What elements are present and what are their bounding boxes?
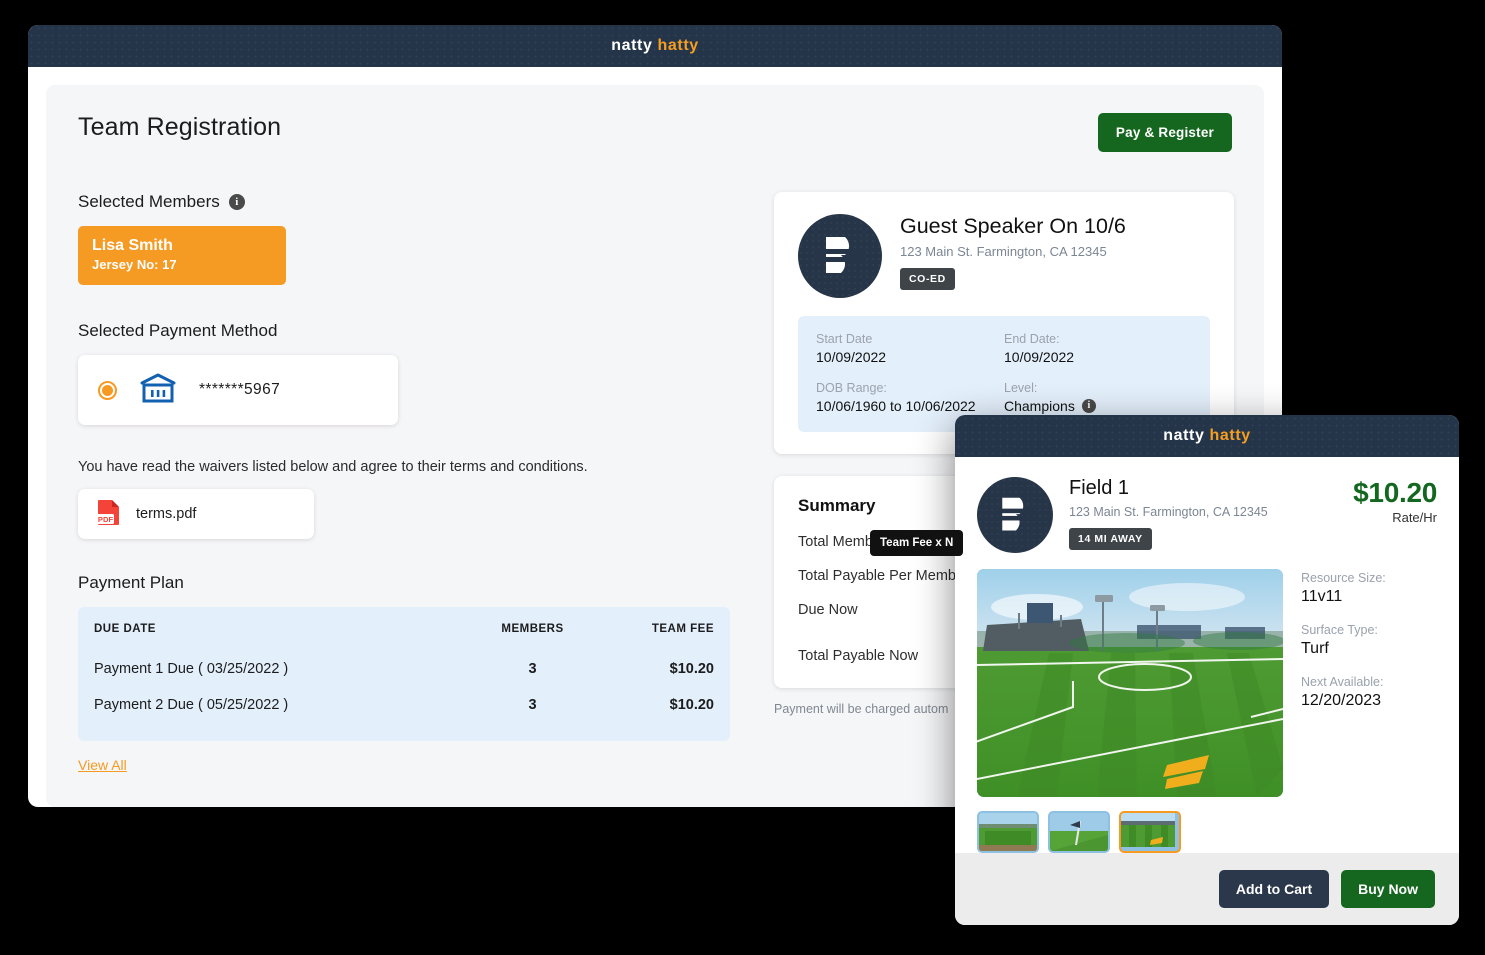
brand-word-secondary: hatty — [657, 37, 699, 54]
surface-type-label: Surface Type: — [1301, 623, 1378, 637]
event-address: 123 Main St. Farmington, CA 12345 — [900, 244, 1107, 259]
field-window-header: natty hatty — [955, 415, 1459, 457]
field-price: $10.20 — [1353, 477, 1437, 508]
field-rate-label: Rate/Hr — [1392, 510, 1437, 525]
field-window-body: Field 1 123 Main St. Farmington, CA 1234… — [955, 457, 1459, 853]
col-due-date: DUE DATE — [94, 623, 156, 635]
waiver-file-name: terms.pdf — [136, 506, 197, 522]
pay-and-register-button[interactable]: Pay & Register — [1097, 113, 1232, 152]
surface-type-value: Turf — [1301, 640, 1329, 657]
col-team-fee: TEAM FEE — [651, 623, 714, 635]
summary-tooltip: Team Fee x N — [870, 530, 964, 556]
field-thumbnail-strip — [977, 811, 1437, 853]
app-header: natty hatty — [28, 25, 1282, 67]
payment-method-card[interactable]: *******5967 — [78, 355, 398, 425]
dob-range-field: DOB Range: 10/06/1960 to 10/06/2022 — [816, 381, 1004, 414]
bank-icon — [139, 372, 177, 409]
summary-row-label: Due Now — [798, 602, 858, 618]
dob-range-label: DOB Range: — [816, 381, 887, 395]
panel-header: Team Registration Pay & Register — [78, 113, 1232, 152]
field-specs: Resource Size: 11v11 Surface Type: Turf … — [1301, 569, 1386, 797]
col-members: MEMBERS — [501, 623, 564, 635]
field-info: Field 1 123 Main St. Farmington, CA 1234… — [1069, 477, 1268, 550]
thumbnail-field-stadium[interactable] — [1119, 811, 1181, 853]
cell-team-fee: $10.20 — [669, 697, 714, 713]
next-available-value: 12/20/2023 — [1301, 692, 1382, 709]
table-header-row: DUE DATE MEMBERS TEAM FEE — [94, 623, 714, 651]
end-date-field: End Date: 10/09/2022 — [1004, 332, 1192, 365]
payment-plan-table: DUE DATE MEMBERS TEAM FEE Payment 1 Due … — [78, 607, 730, 741]
level-label: Level: — [1004, 381, 1038, 395]
start-date-label: Start Date — [816, 332, 873, 346]
level-info-icon[interactable]: i — [1081, 399, 1096, 413]
table-row: Payment 2 Due ( 05/25/2022 ) 3 $10.20 — [94, 687, 714, 723]
waiver-agreement-text: You have read the waivers listed below a… — [78, 459, 588, 475]
field-detail-window: natty hatty Field 1 123 Main St. Farming… — [955, 415, 1459, 925]
member-jersey: Jersey No: 17 — [92, 257, 177, 272]
cell-members: 3 — [528, 661, 537, 677]
event-title: Guest Speaker On 10/6 — [900, 214, 1126, 238]
next-available-label: Next Available: — [1301, 675, 1384, 689]
pdf-icon: PDF — [96, 498, 122, 531]
field-media-and-specs: Resource Size: 11v11 Surface Type: Turf … — [977, 569, 1437, 797]
svg-text:PDF: PDF — [98, 515, 114, 524]
cell-due-date: Payment 1 Due ( 03/25/2022 ) — [94, 661, 289, 677]
screenshot-stage: natty hatty Team Registration Pay & Regi… — [0, 0, 1485, 955]
event-header: Guest Speaker On 10/6 123 Main St. Farmi… — [798, 214, 1210, 298]
summary-row-label: Total Payable Per Member — [798, 568, 969, 584]
brand-logo: natty hatty — [611, 37, 699, 55]
dob-range-value: 10/06/1960 to 10/06/2022 — [816, 398, 976, 414]
event-tag-badge: CO-ED — [900, 268, 955, 290]
member-name: Lisa Smith — [92, 237, 173, 254]
waiver-file-card[interactable]: PDF terms.pdf — [78, 489, 314, 539]
thumbnail-field-aerial[interactable] — [977, 811, 1039, 853]
field-hero-image[interactable] — [977, 569, 1283, 797]
brand-word-secondary: hatty — [1209, 427, 1251, 444]
field-address: 123 Main St. Farmington, CA 12345 — [1069, 505, 1268, 519]
info-icon[interactable]: i — [228, 194, 245, 210]
field-price-block: $10.20 Rate/Hr — [1353, 477, 1437, 525]
resource-size-label: Resource Size: — [1301, 571, 1386, 585]
selected-members-heading: Selected Members i — [78, 192, 730, 212]
payment-radio[interactable] — [98, 380, 117, 400]
member-chip[interactable]: Lisa Smith Jersey No: 17 — [78, 226, 286, 285]
summary-row-label: Total Payable Now — [798, 648, 919, 664]
cell-due-date: Payment 2 Due ( 05/25/2022 ) — [94, 697, 289, 713]
brand-word-primary: natty — [1163, 427, 1205, 444]
field-distance-badge: 14 MI AWAY — [1069, 528, 1152, 550]
start-date-field: Start Date 10/09/2022 — [816, 332, 1004, 365]
page-title: Team Registration — [78, 113, 282, 141]
level-field: Level: Champions i — [1004, 381, 1192, 414]
payment-method-heading: Selected Payment Method — [78, 321, 730, 341]
event-avatar-icon — [798, 214, 882, 298]
account-number: *******5967 — [199, 381, 281, 398]
start-date-value: 10/09/2022 — [816, 349, 887, 365]
payment-method-label: Selected Payment Method — [78, 321, 278, 340]
field-avatar-icon — [977, 477, 1053, 553]
cell-team-fee: $10.20 — [669, 661, 714, 677]
view-all-link[interactable]: View All — [78, 757, 127, 773]
table-row: Payment 1 Due ( 03/25/2022 ) 3 $10.20 — [94, 651, 714, 687]
cell-members: 3 — [528, 697, 537, 713]
field-header: Field 1 123 Main St. Farmington, CA 1234… — [977, 477, 1437, 553]
left-column: Selected Members i Lisa Smith Jersey No:… — [78, 192, 730, 775]
buy-now-button[interactable]: Buy Now — [1341, 870, 1435, 908]
event-info: Guest Speaker On 10/6 123 Main St. Farmi… — [900, 214, 1126, 298]
field-title: Field 1 — [1069, 477, 1130, 499]
end-date-label: End Date: — [1004, 332, 1060, 346]
add-to-cart-button[interactable]: Add to Cart — [1218, 870, 1330, 908]
end-date-value: 10/09/2022 — [1004, 349, 1075, 365]
selected-members-label: Selected Members — [78, 192, 220, 211]
field-window-footer: Add to Cart Buy Now — [955, 853, 1459, 925]
thumbnail-field-corner-flag[interactable] — [1048, 811, 1110, 853]
payment-plan-title: Payment Plan — [78, 573, 184, 592]
brand-word-primary: natty — [611, 37, 653, 54]
resource-size-value: 11v11 — [1301, 588, 1343, 605]
level-value: Champions — [1004, 398, 1075, 414]
field-brand-logo: natty hatty — [1163, 427, 1251, 445]
